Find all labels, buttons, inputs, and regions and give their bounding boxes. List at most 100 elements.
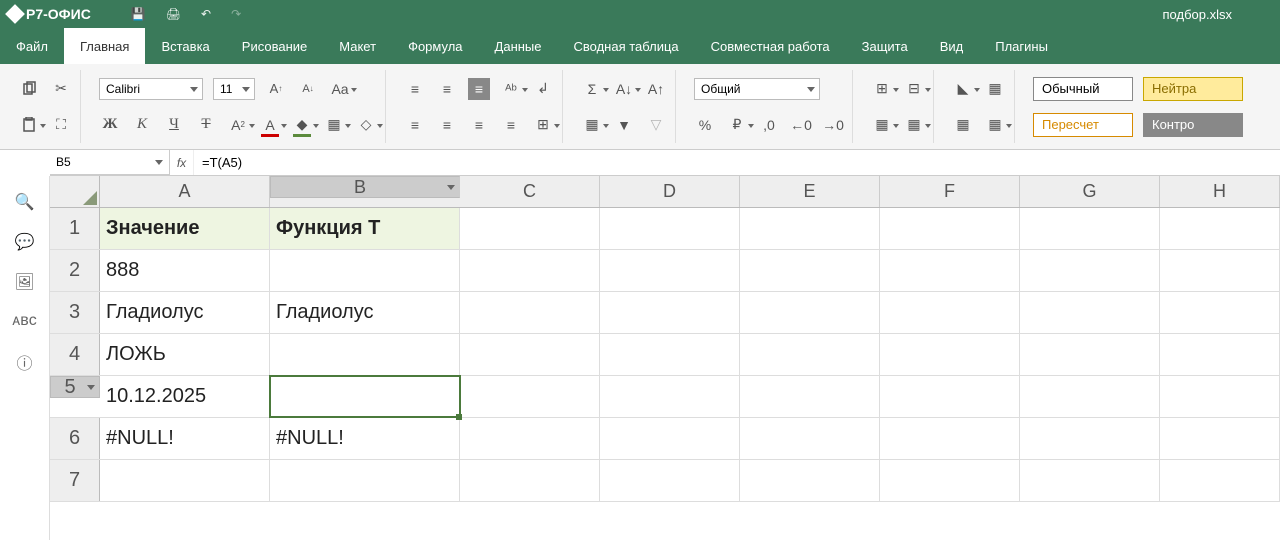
cell-B2[interactable] bbox=[270, 250, 460, 291]
sort-asc-icon[interactable]: A↓ bbox=[613, 78, 635, 100]
cell-B5[interactable] bbox=[270, 376, 460, 417]
cell-G3[interactable] bbox=[1020, 292, 1160, 333]
change-case-icon[interactable]: Aa bbox=[329, 78, 351, 100]
cell-E4[interactable] bbox=[740, 334, 880, 375]
borders-button[interactable]: ▦ bbox=[323, 114, 345, 136]
cell-F7[interactable] bbox=[880, 460, 1020, 501]
insert-cells-icon[interactable]: ⊞ bbox=[871, 78, 893, 100]
cut-icon[interactable]: ✂ bbox=[50, 78, 72, 100]
cell-G2[interactable] bbox=[1020, 250, 1160, 291]
menu-collab[interactable]: Совместная работа bbox=[695, 28, 846, 64]
comma-style-icon[interactable]: ,0 bbox=[758, 114, 780, 136]
cell-B1[interactable]: Функция T bbox=[270, 208, 460, 249]
cell-E3[interactable] bbox=[740, 292, 880, 333]
row-header[interactable]: 1 bbox=[50, 208, 100, 249]
align-bottom-icon[interactable]: ≡ bbox=[468, 78, 490, 100]
fx-icon[interactable]: fx bbox=[170, 150, 194, 175]
font-name-select[interactable]: Calibri bbox=[99, 78, 203, 100]
font-size-select[interactable]: 11 bbox=[213, 78, 255, 100]
cell-A7[interactable] bbox=[100, 460, 270, 501]
font-color-button[interactable]: A bbox=[259, 114, 281, 136]
decrease-decimal-icon[interactable]: ←0 bbox=[790, 114, 812, 136]
col-header-G[interactable]: G bbox=[1020, 176, 1160, 207]
decrease-font-icon[interactable]: A↓ bbox=[297, 78, 319, 100]
align-justify-icon[interactable]: ≡ bbox=[500, 114, 522, 136]
menu-formula[interactable]: Формула bbox=[392, 28, 478, 64]
cell-A4[interactable]: ЛОЖЬ bbox=[100, 334, 270, 375]
save-icon[interactable]: 💾 bbox=[131, 7, 146, 21]
style-check[interactable]: Контро bbox=[1143, 113, 1243, 137]
strike-button[interactable]: Т bbox=[195, 114, 217, 136]
cell-E6[interactable] bbox=[740, 418, 880, 459]
cell-D3[interactable] bbox=[600, 292, 740, 333]
cell-G5[interactable] bbox=[1020, 376, 1160, 417]
cell-F1[interactable] bbox=[880, 208, 1020, 249]
comments-icon[interactable]: 💬 bbox=[15, 232, 35, 252]
cell-B4[interactable] bbox=[270, 334, 460, 375]
undo-icon[interactable]: ↶ bbox=[201, 7, 211, 21]
format-cells-icon[interactable]: ▦ bbox=[871, 114, 893, 136]
table-icon[interactable]: ▦ bbox=[903, 114, 925, 136]
cell-H3[interactable] bbox=[1160, 292, 1280, 333]
insert-table-icon[interactable]: ▦ bbox=[984, 114, 1006, 136]
cell-G4[interactable] bbox=[1020, 334, 1160, 375]
align-top-icon[interactable]: ≡ bbox=[404, 78, 426, 100]
col-header-B[interactable]: B bbox=[270, 176, 460, 198]
menu-insert[interactable]: Вставка bbox=[145, 28, 225, 64]
cond-format-icon[interactable]: ◣ bbox=[952, 78, 974, 100]
menu-pivot[interactable]: Сводная таблица bbox=[558, 28, 695, 64]
select-icon[interactable]: ⛶ bbox=[50, 114, 72, 136]
row-header[interactable]: 3 bbox=[50, 292, 100, 333]
sort-desc-icon[interactable]: A↑ bbox=[645, 78, 667, 100]
cell-E5[interactable] bbox=[740, 376, 880, 417]
cell-C7[interactable] bbox=[460, 460, 600, 501]
style-neutral[interactable]: Нейтра bbox=[1143, 77, 1243, 101]
row-header[interactable]: 5 bbox=[50, 376, 100, 398]
cell-D6[interactable] bbox=[600, 418, 740, 459]
underline-button[interactable]: Ч bbox=[163, 114, 185, 136]
cell-B3[interactable]: Гладиолус bbox=[270, 292, 460, 333]
cell-C4[interactable] bbox=[460, 334, 600, 375]
cell-A6[interactable]: #NULL! bbox=[100, 418, 270, 459]
style-calc[interactable]: Пересчет bbox=[1033, 113, 1133, 137]
cell-F2[interactable] bbox=[880, 250, 1020, 291]
bold-button[interactable]: Ж bbox=[99, 114, 121, 136]
clear-filter-icon[interactable]: ▽ bbox=[645, 114, 667, 136]
cell-C2[interactable] bbox=[460, 250, 600, 291]
cell-H2[interactable] bbox=[1160, 250, 1280, 291]
redo-icon[interactable]: ↷ bbox=[231, 7, 241, 21]
info-icon[interactable]: ⓘ bbox=[16, 350, 32, 374]
italic-button[interactable]: К bbox=[131, 114, 153, 136]
cell-F6[interactable] bbox=[880, 418, 1020, 459]
cell-E7[interactable] bbox=[740, 460, 880, 501]
col-header-C[interactable]: C bbox=[460, 176, 600, 207]
image-icon[interactable]: 🖼 bbox=[14, 272, 34, 292]
cell-D5[interactable] bbox=[600, 376, 740, 417]
style-normal[interactable]: Обычный bbox=[1033, 77, 1133, 101]
merge-cells-icon[interactable]: ⊞ bbox=[532, 114, 554, 136]
row-header[interactable]: 6 bbox=[50, 418, 100, 459]
fill-color-button[interactable]: ◆ bbox=[291, 114, 313, 136]
col-header-E[interactable]: E bbox=[740, 176, 880, 207]
wrap-text-icon[interactable]: ↲ bbox=[532, 78, 554, 100]
cell-G1[interactable] bbox=[1020, 208, 1160, 249]
select-all-corner[interactable] bbox=[50, 176, 100, 207]
cell-H7[interactable] bbox=[1160, 460, 1280, 501]
cell-A1[interactable]: Значение bbox=[100, 208, 270, 249]
align-center-icon[interactable]: ≡ bbox=[436, 114, 458, 136]
cell-D7[interactable] bbox=[600, 460, 740, 501]
menu-plugins[interactable]: Плагины bbox=[979, 28, 1064, 64]
search-icon[interactable]: 🔍 bbox=[15, 192, 35, 212]
cell-C6[interactable] bbox=[460, 418, 600, 459]
align-middle-icon[interactable]: ≡ bbox=[436, 78, 458, 100]
cell-F4[interactable] bbox=[880, 334, 1020, 375]
menu-layout[interactable]: Макет bbox=[323, 28, 392, 64]
increase-font-icon[interactable]: A↑ bbox=[265, 78, 287, 100]
cell-G6[interactable] bbox=[1020, 418, 1160, 459]
menu-protect[interactable]: Защита bbox=[846, 28, 924, 64]
format-as-table-icon[interactable]: ▦ bbox=[984, 78, 1006, 100]
align-right-icon[interactable]: ≡ bbox=[468, 114, 490, 136]
cell-C5[interactable] bbox=[460, 376, 600, 417]
delete-cells-icon[interactable]: ⊟ bbox=[903, 78, 925, 100]
cell-A3[interactable]: Гладиолус bbox=[100, 292, 270, 333]
